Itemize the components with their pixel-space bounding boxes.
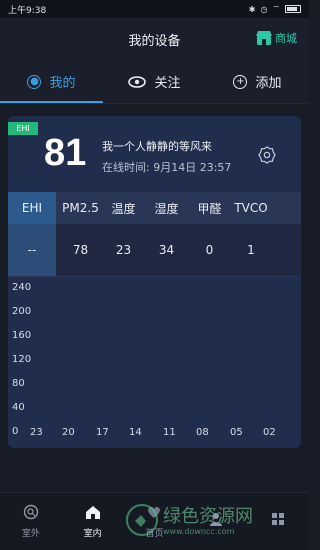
metric-tab-temperature[interactable]: 温度 — [105, 192, 142, 224]
y-axis-tick: 160 — [12, 330, 32, 341]
x-axis-labels: 23 20 17 14 11 08 05 02 — [8, 427, 301, 445]
metric-value-pm25: 78 — [72, 243, 89, 257]
watermark-url: www.downcc.com — [163, 527, 235, 536]
x-axis-tick: 23 — [30, 427, 43, 438]
status-time: 上午9:38 — [8, 5, 47, 16]
user-icon: ● — [27, 74, 42, 89]
page-title: 我的设备 — [128, 33, 181, 49]
plus-icon: + — [233, 74, 248, 89]
tab-follow-label: 关注 — [154, 76, 181, 91]
ehi-badge: EHI — [8, 122, 38, 135]
y-axis-tick: 80 — [12, 378, 25, 389]
tab-mine-label: 我的 — [49, 76, 76, 91]
x-axis-tick: 02 — [263, 427, 276, 438]
metric-value-humidity: 34 — [158, 243, 175, 257]
tab-mine[interactable]: ● 我的 — [0, 60, 103, 103]
nav-outdoor[interactable]: 室外 — [1, 504, 61, 539]
metric-value-temperature: 23 — [115, 243, 132, 257]
device-name: 我一个人静静的等风来 — [102, 140, 212, 153]
x-axis-tick: 05 — [230, 427, 243, 438]
metric-value-formaldehyde: 0 — [205, 243, 214, 257]
downcc-watermark: 绿色资源网 www.downcc.com — [126, 504, 253, 536]
status-bar: 上午9:38 ✱ ◷ ⌔ — [0, 0, 309, 18]
device-card[interactable]: EHI 81 我一个人静静的等风来 在线时间: 9月14日 23:57 EHI … — [8, 116, 301, 448]
mall-button[interactable]: 商城 — [255, 30, 297, 46]
battery-icon — [285, 5, 301, 13]
gear-icon[interactable] — [258, 146, 276, 164]
nav-indoor[interactable]: 室内 — [63, 504, 123, 539]
y-axis-labels: 240 200 160 120 80 40 0 — [8, 282, 36, 437]
home-icon — [85, 506, 100, 519]
wifi-icon: ⌔ — [272, 4, 280, 13]
x-axis-tick: 20 — [62, 427, 75, 438]
y-axis-tick: 200 — [12, 306, 32, 317]
alarm-icon: ◷ — [260, 4, 268, 14]
x-axis-tick: 17 — [96, 427, 109, 438]
metrics-values: -- 78 23 34 0 1 — [8, 224, 301, 277]
nav-outdoor-label: 室外 — [21, 529, 40, 539]
search-icon — [23, 504, 39, 520]
online-label: 在线时间: — [102, 161, 150, 174]
watermark-text: 绿色资源网 — [163, 506, 253, 527]
tab-follow[interactable]: 关注 — [103, 60, 206, 103]
metric-value-spacer — [274, 224, 301, 276]
metric-value-ehi: -- — [8, 224, 56, 276]
metric-header-spacer — [274, 192, 301, 224]
device-score: 81 — [44, 132, 87, 174]
x-axis-tick: 08 — [196, 427, 209, 438]
tab-add[interactable]: + 添加 — [206, 60, 309, 103]
y-axis-tick: 240 — [12, 282, 32, 293]
metrics-header: EHI PM2.5 温度 湿度 甲醛 TVCO — [8, 192, 301, 224]
title-bar: 我的设备 商城 — [0, 18, 309, 60]
metric-tab-pm25[interactable]: PM2.5 — [56, 192, 105, 224]
metric-value-tvoc: 1 — [247, 243, 255, 257]
bluetooth-icon: ✱ — [248, 4, 256, 14]
tab-add-label: 添加 — [255, 76, 282, 91]
metric-tab-tvoc[interactable]: TVCO — [228, 192, 274, 224]
status-icons: ✱ ◷ ⌔ — [249, 4, 301, 14]
metric-tab-formaldehyde[interactable]: 甲醛 — [191, 192, 228, 224]
nav-indoor-label: 室内 — [83, 529, 102, 539]
mall-label: 商城 — [275, 32, 297, 45]
metric-tab-ehi[interactable]: EHI — [8, 192, 56, 224]
x-axis-tick: 11 — [163, 427, 176, 438]
online-time: 在线时间: 9月14日 23:57 — [102, 159, 231, 175]
device-tabs: ● 我的 关注 + 添加 — [0, 60, 309, 104]
history-chart: 240 200 160 120 80 40 0 23 20 17 14 11 08 05 02 — [8, 282, 301, 448]
metric-tab-humidity[interactable]: 湿度 — [142, 192, 191, 224]
eye-icon — [128, 75, 147, 88]
store-icon — [256, 31, 272, 45]
y-axis-tick: 120 — [12, 354, 32, 365]
online-value: 9月14日 23:57 — [153, 161, 232, 174]
x-axis-tick: 14 — [129, 427, 142, 438]
y-axis-tick: 40 — [12, 402, 25, 413]
